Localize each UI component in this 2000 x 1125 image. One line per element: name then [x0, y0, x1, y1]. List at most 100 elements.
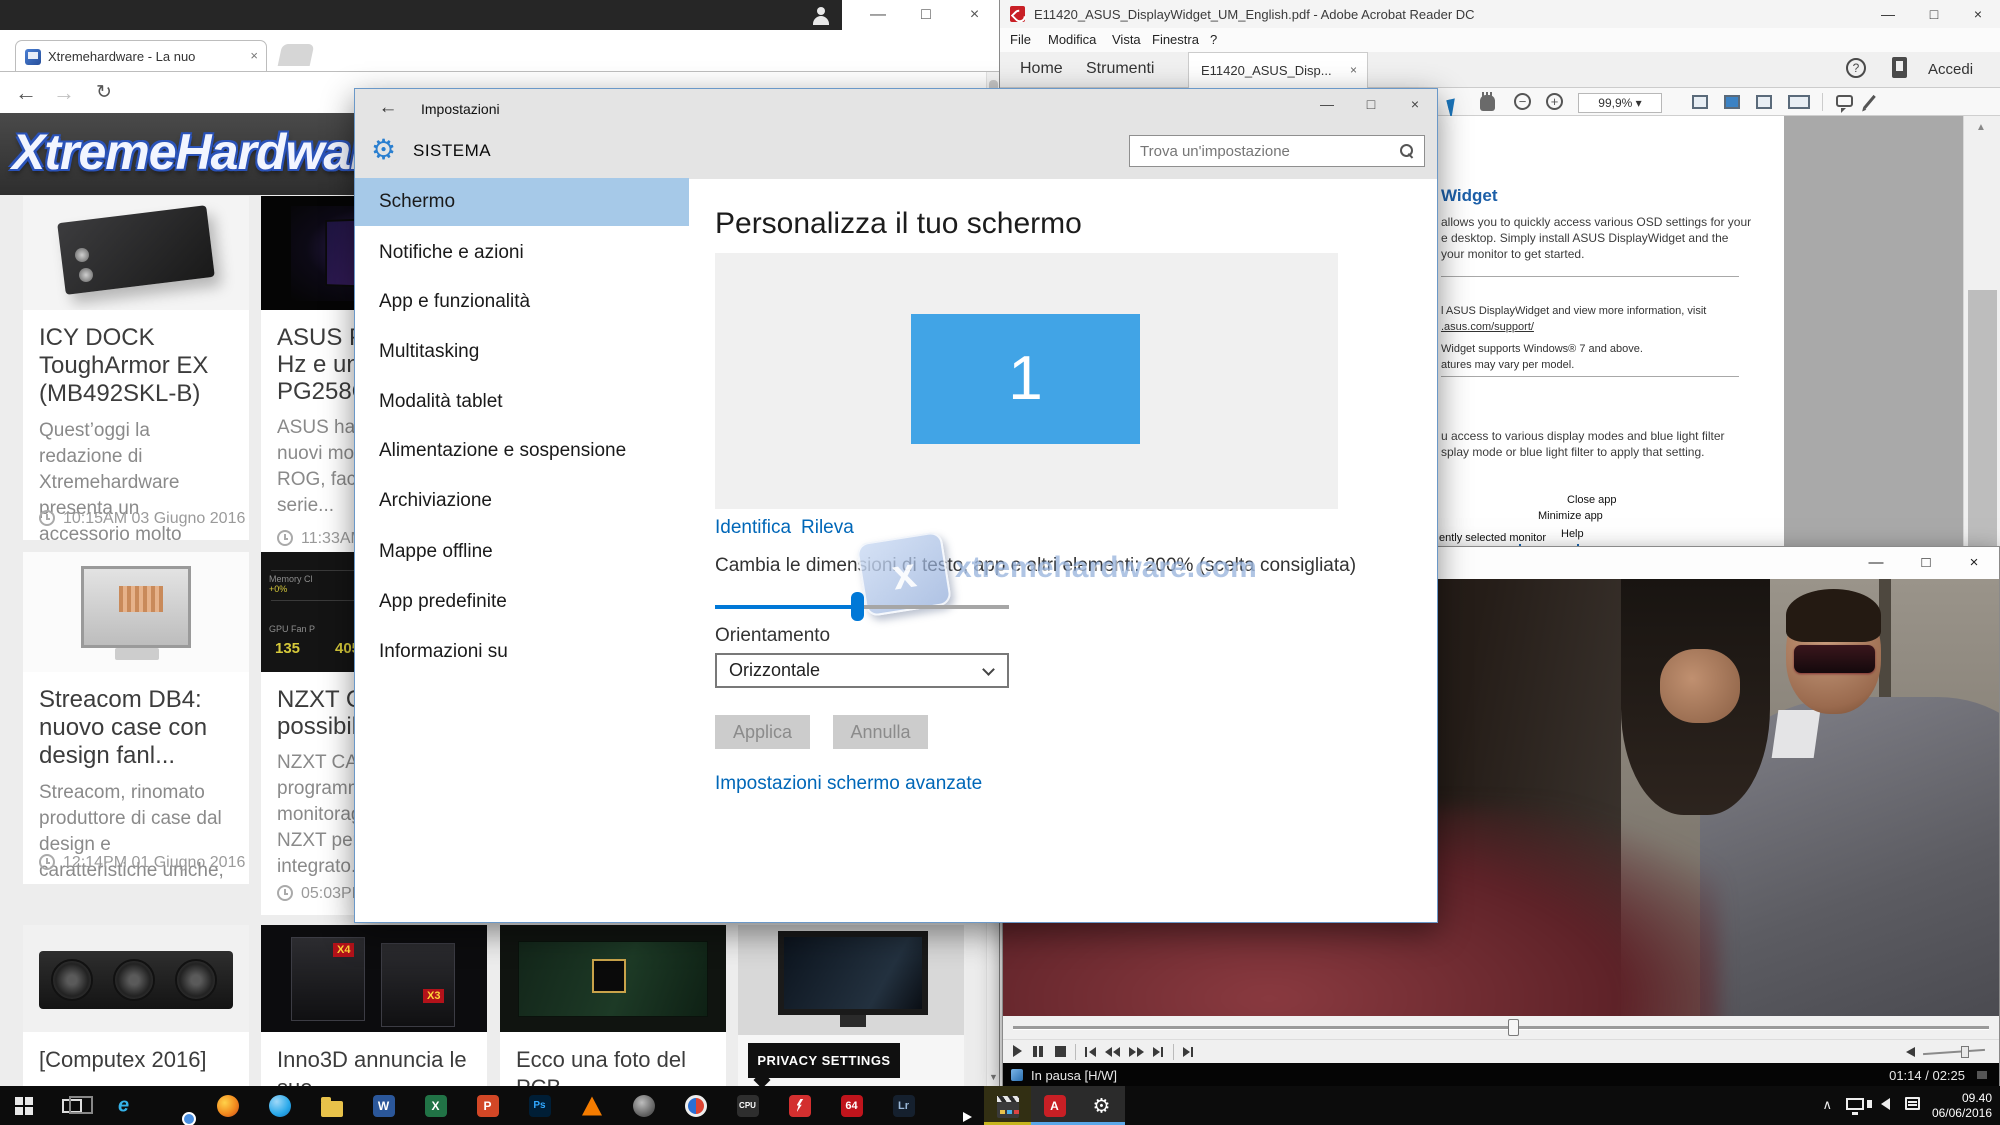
browser-maximize-button[interactable]: □: [902, 0, 950, 30]
taskbar-media-player-classic[interactable]: [984, 1086, 1031, 1125]
settings-search-box[interactable]: [1129, 135, 1425, 167]
sign-in-link[interactable]: Accedi: [1928, 61, 1973, 78]
tab-tools[interactable]: Strumenti: [1086, 60, 1154, 78]
taskbar-media-disc[interactable]: [672, 1086, 719, 1125]
next-button[interactable]: [1153, 1047, 1160, 1057]
pdf-support-link[interactable]: .asus.com/support/: [1441, 320, 1534, 335]
zoom-level-select[interactable]: 99,9% ▾: [1578, 93, 1662, 113]
article-card-streacom[interactable]: Streacom DB4: nuovo case con design fanl…: [23, 672, 249, 884]
tab-home[interactable]: Home: [1020, 60, 1063, 78]
taskbar-windows-settings[interactable]: ⚙: [1078, 1086, 1125, 1125]
article-image-inno3d[interactable]: X4 X3: [261, 925, 487, 1032]
article-card-inno3d[interactable]: Inno3D annuncia le sue: [261, 1032, 487, 1086]
taskbar-task-view[interactable]: [48, 1086, 95, 1125]
volume-icon[interactable]: [1906, 1047, 1915, 1057]
article-image-monitor[interactable]: [738, 925, 964, 1035]
privacy-settings-button[interactable]: PRIVACY SETTINGS: [748, 1043, 900, 1078]
tray-clock[interactable]: 09.40 06/06/2016: [1932, 1091, 1992, 1121]
fit-page-icon[interactable]: [1724, 95, 1740, 109]
taskbar-word[interactable]: W: [360, 1086, 407, 1125]
sidebar-item-schermo[interactable]: Schermo: [355, 178, 689, 226]
article-title[interactable]: ICY DOCK ToughArmor EX (MB492SKL-B): [39, 324, 233, 408]
site-logo[interactable]: XtremeHardware: [12, 123, 395, 181]
sidebar-item-app[interactable]: App e funzionalità: [355, 278, 689, 326]
sidebar-item-mappe[interactable]: Mappe offline: [355, 528, 689, 576]
article-image-pcb[interactable]: [500, 925, 726, 1032]
step-button[interactable]: [1183, 1047, 1190, 1057]
browser-close-button[interactable]: ×: [950, 0, 999, 30]
notification-center-icon[interactable]: [1905, 1097, 1920, 1110]
previous-button[interactable]: [1089, 1047, 1096, 1057]
menu-help[interactable]: ?: [1210, 32, 1217, 47]
sidebar-item-predefinite[interactable]: App predefinite: [355, 578, 689, 626]
settings-minimize-button[interactable]: —: [1305, 89, 1349, 119]
sidebar-item-multitasking[interactable]: Multitasking: [355, 328, 689, 376]
tray-chevron-icon[interactable]: ∧: [1822, 1097, 1832, 1113]
menu-view[interactable]: Vista: [1112, 32, 1141, 47]
taskbar-photoshop[interactable]: Ps: [516, 1086, 563, 1125]
article-image-streacom[interactable]: [23, 552, 249, 672]
mobile-device-icon[interactable]: [1892, 57, 1907, 78]
taskbar-excel[interactable]: X: [412, 1086, 459, 1125]
taskbar-powerpoint[interactable]: P: [464, 1086, 511, 1125]
seek-thumb[interactable]: [1508, 1019, 1519, 1036]
settings-search-input[interactable]: [1140, 136, 1390, 166]
orientation-dropdown[interactable]: Orizzontale: [715, 653, 1009, 688]
sidebar-item-notifiche[interactable]: Notifiche e azioni: [355, 229, 689, 277]
menu-file[interactable]: File: [1010, 32, 1031, 47]
tab-close-icon[interactable]: ×: [250, 48, 258, 63]
volume-slider[interactable]: [1923, 1049, 1985, 1055]
reload-icon[interactable]: ↻: [86, 72, 122, 113]
taskbar-chrome[interactable]: [152, 1086, 199, 1125]
sidebar-item-informazioni[interactable]: Informazioni su: [355, 628, 689, 676]
scrollbar-thumb[interactable]: [1968, 290, 1997, 546]
slider-handle[interactable]: [851, 592, 864, 621]
pencil-icon[interactable]: [1863, 95, 1876, 109]
pause-button[interactable]: [1033, 1045, 1047, 1059]
detect-link[interactable]: Rileva: [801, 517, 854, 539]
volume-tray-icon[interactable]: [1881, 1098, 1890, 1110]
taskbar-acrobat-reader[interactable]: A: [1031, 1086, 1078, 1125]
article-card-icydock[interactable]: ICY DOCK ToughArmor EX (MB492SKL-B) Ques…: [23, 310, 249, 540]
player-maximize-button[interactable]: □: [1903, 547, 1949, 579]
article-image-icydock[interactable]: [23, 196, 249, 310]
hand-tool-icon[interactable]: [1480, 95, 1495, 111]
acrobat-minimize-button[interactable]: —: [1866, 0, 1910, 28]
article-card-computex[interactable]: [Computex 2016]: [23, 1032, 249, 1086]
forward-icon[interactable]: →: [46, 72, 82, 113]
player-close-button[interactable]: ×: [1951, 547, 1997, 579]
browser-minimize-button[interactable]: —: [854, 0, 902, 30]
stop-button[interactable]: [1055, 1046, 1066, 1057]
advanced-display-link[interactable]: Impostazioni schermo avanzate: [715, 773, 982, 795]
taskbar-hwmonitor[interactable]: [776, 1086, 823, 1125]
settings-back-icon[interactable]: ←: [373, 97, 403, 119]
apply-button[interactable]: Applica: [715, 715, 810, 749]
taskbar-x64[interactable]: 64: [828, 1086, 875, 1125]
scroll-up-icon[interactable]: ▲: [1976, 122, 1986, 133]
article-title[interactable]: Streacom DB4: nuovo case con design fanl…: [39, 686, 233, 770]
acrobat-maximize-button[interactable]: □: [1912, 0, 1956, 28]
sidebar-item-alimentazione[interactable]: Alimentazione e sospensione: [355, 427, 689, 475]
fit-width-icon[interactable]: [1692, 95, 1708, 109]
taskbar-lightroom[interactable]: Lr: [880, 1086, 927, 1125]
cancel-button[interactable]: Annulla: [833, 715, 928, 749]
taskbar-gimp[interactable]: [620, 1086, 667, 1125]
seek-bar[interactable]: [1003, 1016, 1999, 1039]
acrobat-close-button[interactable]: ×: [1956, 0, 2000, 28]
browser-tab[interactable]: Xtremehardware - La nuo ×: [15, 40, 267, 72]
menu-edit[interactable]: Modifica: [1048, 32, 1096, 47]
article-image-gpu[interactable]: [23, 925, 249, 1032]
taskbar-firefox[interactable]: [204, 1086, 251, 1125]
settings-close-button[interactable]: ×: [1393, 89, 1437, 119]
help-icon[interactable]: ?: [1846, 58, 1866, 78]
taskbar-edge[interactable]: e: [100, 1086, 147, 1125]
network-icon[interactable]: [1846, 1098, 1864, 1110]
taskbar-cpu-z[interactable]: CPU: [724, 1086, 771, 1125]
back-icon[interactable]: ←: [8, 72, 44, 113]
tab-document[interactable]: E11420_ASUS_Disp... ×: [1188, 52, 1368, 88]
volume-knob[interactable]: [1961, 1046, 1969, 1058]
sidebar-item-tablet[interactable]: Modalità tablet: [355, 378, 689, 426]
play-button[interactable]: [1013, 1045, 1022, 1057]
tab-close-icon[interactable]: ×: [1350, 63, 1357, 77]
profile-icon[interactable]: [806, 4, 836, 28]
